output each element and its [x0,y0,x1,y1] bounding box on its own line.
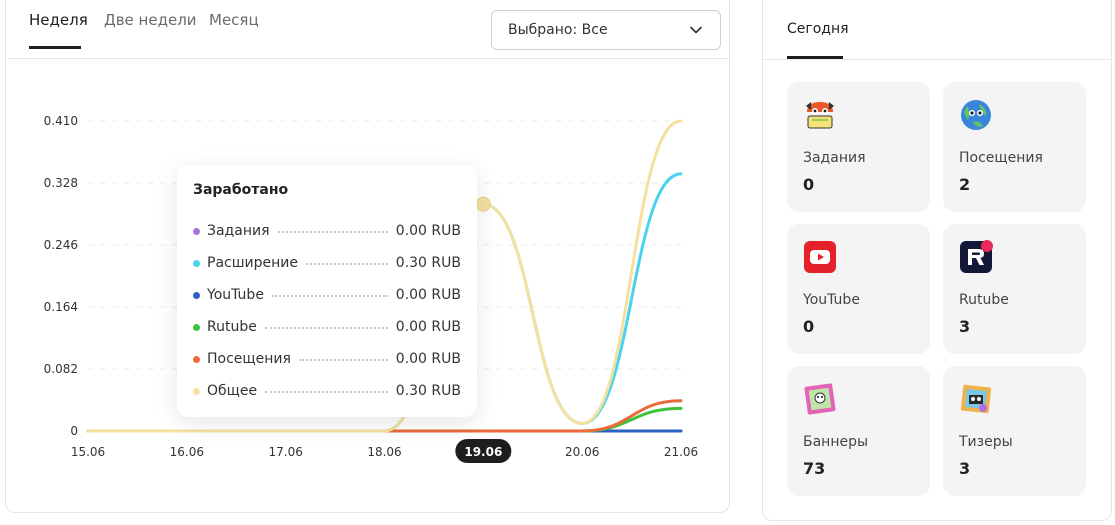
earnings-chart-panel: Неделя Две недели Месяц Выбрано: Все 0 0.… [5,0,730,513]
tooltip-row-value: 0.30 RUB [395,383,461,399]
stat-card-rutube[interactable]: Rutube 3 [943,224,1086,354]
y-tick-label: 0.082 [44,362,78,376]
y-tick-label: 0.246 [44,238,78,252]
stat-value: 73 [803,459,826,478]
dotted-leader [265,391,388,393]
tooltip-title: Заработано [193,182,289,198]
stat-label: Rutube [959,292,1009,308]
stat-label: Баннеры [803,434,869,450]
stat-card-banners[interactable]: Баннеры 73 [787,366,930,496]
stat-value: 3 [959,317,971,336]
series-dot [193,291,200,299]
series-dot [193,355,200,363]
stat-card-tasks[interactable]: Задания 0 [787,82,930,212]
stat-label: Тизеры [959,434,1013,450]
stat-value: 2 [959,175,971,194]
stat-value: 3 [959,459,971,478]
rutube-icon [960,240,993,273]
tooltip-row-label: Посещения [207,351,291,367]
tasks-icon [806,102,834,129]
dotted-leader [306,263,388,265]
dotted-leader [277,231,388,233]
chart-tooltip: Заработано Задания 0.00 RUB Расширение 0.30… [177,165,477,417]
x-tick-label: 18.06 [367,445,401,459]
stat-value: 0 [803,317,815,336]
today-divider [763,59,1111,60]
tooltip-row-label: Rutube [207,319,257,335]
series-dot [193,227,200,235]
tooltip-row: Задания 0.00 RUB [193,221,461,241]
tooltip-row-value: 0.00 RUB [395,319,461,335]
youtube-icon [804,241,836,273]
tooltip-row: Общее 0.30 RUB [193,381,461,401]
series-dot [193,323,200,331]
tooltip-row-value: 0.30 RUB [395,255,461,271]
highlight-point [475,196,491,212]
series-dot [193,259,200,267]
x-tick-label: 19.06 [464,445,502,459]
tooltip-row-label: Задания [207,223,270,239]
dotted-leader [298,359,388,361]
stat-label: Посещения [959,150,1043,166]
series-dot [193,387,200,395]
tooltip-row-value: 0.00 RUB [395,351,461,367]
tab-today[interactable]: Сегодня [787,21,849,37]
y-tick-label: 0.328 [44,176,78,190]
tooltip-row-label: YouTube [207,287,264,303]
x-tick-label: 20.06 [565,445,599,459]
x-tick-label: 15.06 [71,445,105,459]
stat-value: 0 [803,175,815,194]
x-tick-label: 17.06 [268,445,302,459]
tooltip-row: YouTube 0.00 RUB [193,285,461,305]
visits-icon [961,100,991,130]
banners-icon [804,383,836,415]
stat-card-visits[interactable]: Посещения 2 [943,82,1086,212]
y-tick-label: 0 [70,424,78,438]
teasers-icon [960,384,992,414]
today-stats-panel: Сегодня Задания 0 Посещения 2 YouTube 0 … [762,0,1112,521]
stat-label: Задания [803,150,866,166]
tooltip-row: Посещения 0.00 RUB [193,349,461,369]
stat-label: YouTube [803,292,860,308]
tooltip-row-value: 0.00 RUB [395,287,461,303]
tooltip-row-label: Общее [207,383,258,399]
x-tick-label: 16.06 [170,445,204,459]
tooltip-row-label: Расширение [207,255,298,271]
dotted-leader [264,327,388,329]
tooltip-row-value: 0.00 RUB [395,223,461,239]
stat-card-teasers[interactable]: Тизеры 3 [943,366,1086,496]
dotted-leader [271,295,388,297]
tooltip-row: Rutube 0.00 RUB [193,317,461,337]
y-tick-label: 0.410 [44,114,78,128]
stat-card-youtube[interactable]: YouTube 0 [787,224,930,354]
x-tick-label: 21.06 [664,445,698,459]
y-tick-label: 0.164 [44,300,78,314]
tooltip-row: Расширение 0.30 RUB [193,253,461,273]
